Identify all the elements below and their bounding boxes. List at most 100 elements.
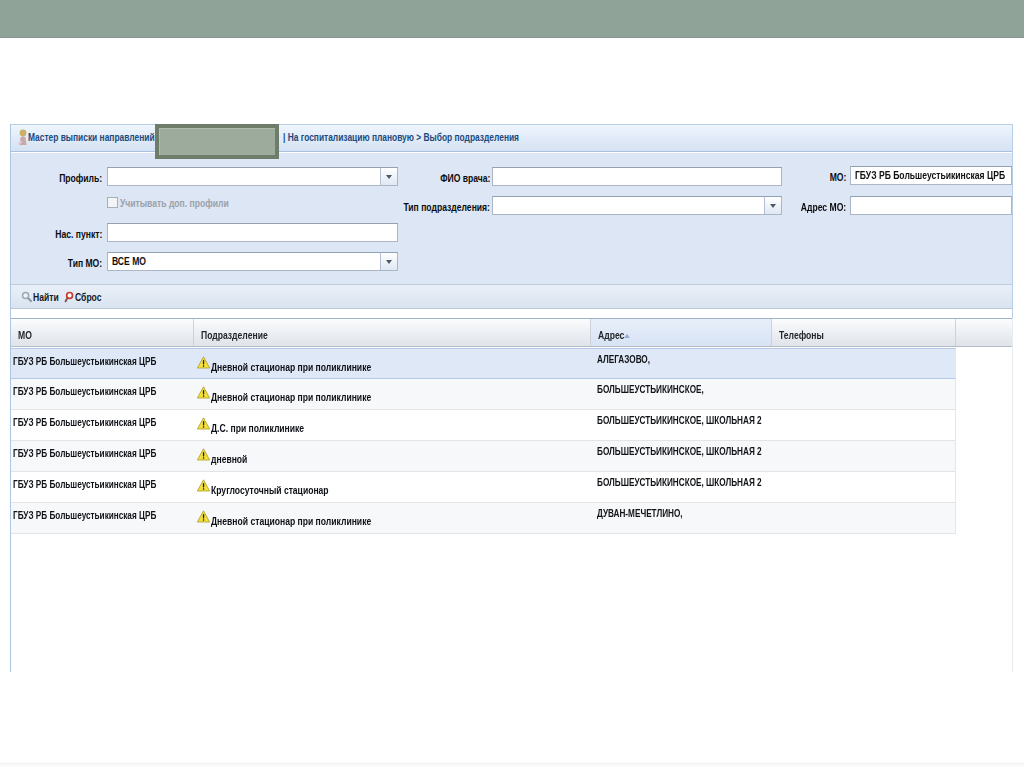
warning-icon: [197, 356, 210, 369]
column-header-phones[interactable]: Телефоны: [772, 319, 956, 346]
row-mo-cell: ГБУЗ РБ Большеустьикинская ЦРБ: [13, 385, 197, 397]
slide-top-band: [0, 0, 1024, 38]
settlement-input[interactable]: [107, 223, 398, 242]
find-button-label: Найти: [33, 291, 59, 303]
mo-input[interactable]: ГБУЗ РБ Большеустьикинская ЦРБ: [850, 166, 1012, 185]
column-header-unit[interactable]: Подразделение: [194, 319, 591, 346]
grid-body: ГБУЗ РБ Большеустьикинская ЦРБ Дневной с…: [11, 348, 957, 534]
mo-type-combo[interactable]: ВСЕ МО: [107, 252, 398, 271]
table-row[interactable]: ГБУЗ РБ Большеустьикинская ЦРБ Дневной с…: [11, 379, 956, 410]
slide-bottom-edge: [0, 763, 1024, 767]
row-mo-cell-text: ГБУЗ РБ Большеустьикинская ЦРБ: [13, 355, 156, 367]
settlement-label: Нас. пункт:: [42, 228, 102, 240]
row-address-cell-text: БОЛЬШЕУСТЬИКИНСКОЕ, ШКОЛЬНАЯ 2: [597, 476, 762, 488]
row-unit-cell: Дневной стационар при поликлинике: [211, 391, 416, 403]
column-header-mo-text: МО: [18, 329, 32, 341]
profile-combo[interactable]: [107, 167, 398, 186]
mo-type-combo-trigger[interactable]: [380, 253, 397, 270]
row-mo-cell: ГБУЗ РБ Большеустьикинская ЦРБ: [13, 416, 197, 428]
wizard-person-icon: [15, 128, 29, 146]
unit-type-label: Тип подразделения:: [379, 201, 490, 213]
column-header-phones-text: Телефоны: [779, 329, 824, 341]
breadcrumb-text: | На госпитализацию плановую > Выбор под…: [283, 131, 519, 143]
settlement-label-text: Нас. пункт:: [55, 228, 102, 240]
row-mo-cell-text: ГБУЗ РБ Большеустьикинская ЦРБ: [13, 478, 156, 490]
mo-address-label-text: Адрес МО:: [801, 201, 846, 213]
panel-right-border: [1012, 124, 1013, 318]
row-mo-cell-text: ГБУЗ РБ Большеустьикинская ЦРБ: [13, 447, 156, 459]
row-unit-cell-text: Круглосуточный стационар: [211, 484, 329, 496]
panel-right-border-lower: [1012, 318, 1013, 672]
breadcrumb: | На госпитализацию плановую > Выбор под…: [283, 131, 606, 143]
table-row[interactable]: ГБУЗ РБ Большеустьикинская ЦРБ Д.С. при …: [11, 410, 956, 441]
column-header-unit-label: Подразделение: [201, 329, 287, 341]
doctor-name-label: ФИО врача:: [426, 172, 490, 184]
table-row[interactable]: ГБУЗ РБ Большеустьикинская ЦРБ Круглосут…: [11, 472, 956, 503]
doctor-name-label-text: ФИО врача:: [440, 172, 490, 184]
warning-icon: [197, 448, 210, 461]
row-address-cell-text: ДУВАН-МЕЧЕТЛИНО,: [597, 507, 683, 519]
row-unit-cell-text: Дневной стационар при поликлинике: [211, 515, 371, 527]
column-header-mo[interactable]: МО: [11, 319, 194, 346]
row-address-cell: БОЛЬШЕУСТЬИКИНСКОЕ, ШКОЛЬНАЯ 2: [597, 476, 808, 488]
mo-input-value-text: ГБУЗ РБ Большеустьикинская ЦРБ: [855, 169, 1005, 181]
extra-profiles-label: Учитывать доп. профили: [120, 197, 259, 209]
reset-button-label: Сброс: [75, 291, 102, 303]
reset-pin-icon: [63, 291, 75, 304]
row-address-cell-text: АЛЕГАЗОВО,: [597, 353, 650, 365]
mo-type-combo-value-text: ВСЕ МО: [112, 255, 146, 267]
unit-type-combo[interactable]: [492, 196, 782, 215]
column-header-mo-label: МО: [18, 329, 36, 341]
mo-input-value: ГБУЗ РБ Большеустьикинская ЦРБ: [855, 169, 1024, 181]
row-address-cell: АЛЕГАЗОВО,: [597, 353, 665, 365]
warning-icon: [197, 417, 210, 430]
extra-profiles-checkbox[interactable]: [107, 197, 118, 208]
window-title-text: Мастер выписки направлений: [28, 131, 155, 143]
mo-label: МО:: [825, 171, 846, 183]
row-address-cell-text: БОЛЬШЕУСТЬИКИНСКОЕ, ШКОЛЬНАЯ 2: [597, 445, 762, 457]
mo-type-label: Тип МО:: [58, 257, 102, 269]
profile-label: Профиль:: [47, 172, 102, 184]
row-address-cell: ДУВАН-МЕЧЕТЛИНО,: [597, 507, 707, 519]
row-address-cell-text: БОЛЬШЕУСТЬИКИНСКОЕ, ШКОЛЬНАЯ 2: [597, 414, 762, 426]
slide: Мастер выписки направлений | На госпитал…: [0, 0, 1024, 767]
row-mo-cell: ГБУЗ РБ Большеустьикинская ЦРБ: [13, 509, 197, 521]
unit-type-label-text: Тип подразделения:: [403, 201, 490, 213]
column-header-phones-label: Телефоны: [779, 329, 837, 341]
warning-icon: [197, 510, 210, 523]
row-unit-cell: Дневной стационар при поликлинике: [211, 515, 416, 527]
row-address-cell: БОЛЬШЕУСТЬИКИНСКОЕ, ШКОЛЬНАЯ 2: [597, 414, 808, 426]
unit-type-combo-trigger[interactable]: [764, 197, 781, 214]
row-unit-cell: Круглосуточный стационар: [211, 484, 362, 496]
doctor-name-input[interactable]: [492, 167, 782, 186]
mo-label-text: МО:: [829, 171, 846, 183]
grid-header: МО Подразделение Адрес Телефоны: [11, 318, 1012, 347]
reset-button[interactable]: Сброс: [63, 288, 109, 306]
window-titlebar: Мастер выписки направлений | На госпитал…: [11, 124, 1012, 152]
sort-ascending-icon: [624, 334, 630, 338]
row-mo-cell: ГБУЗ РБ Большеустьикинская ЦРБ: [13, 478, 197, 490]
row-mo-cell-text: ГБУЗ РБ Большеустьикинская ЦРБ: [13, 416, 156, 428]
row-mo-cell-text: ГБУЗ РБ Большеустьикинская ЦРБ: [13, 509, 156, 521]
row-unit-cell: Д.С. при поликлинике: [211, 422, 330, 434]
column-header-address[interactable]: Адрес: [591, 319, 772, 346]
warning-icon: [197, 386, 210, 399]
table-row[interactable]: ГБУЗ РБ Большеустьикинская ЦРБ Дневной с…: [11, 348, 956, 379]
row-unit-cell-text: дневной: [211, 453, 247, 465]
row-mo-cell: ГБУЗ РБ Большеустьикинская ЦРБ: [13, 355, 197, 367]
grid-toolbar: Найти Сброс: [11, 284, 1012, 309]
profile-combo-trigger[interactable]: [380, 168, 397, 185]
find-button[interactable]: Найти: [21, 288, 66, 306]
mo-type-combo-value: ВСЕ МО: [112, 255, 156, 267]
column-header-address-text: Адрес: [598, 329, 624, 341]
mo-address-input[interactable]: [850, 196, 1012, 215]
row-unit-cell: Дневной стационар при поликлинике: [211, 361, 416, 373]
table-row[interactable]: ГБУЗ РБ Большеустьикинская ЦРБ дневной Б…: [11, 441, 956, 472]
table-row[interactable]: ГБУЗ РБ Большеустьикинская ЦРБ Дневной с…: [11, 503, 956, 534]
row-unit-cell-text: Дневной стационар при поликлинике: [211, 361, 371, 373]
mo-type-label-text: Тип МО:: [68, 257, 102, 269]
row-address-cell-text: БОЛЬШЕУСТЬИКИНСКОЕ,: [597, 383, 704, 395]
row-mo-cell: ГБУЗ РБ Большеустьикинская ЦРБ: [13, 447, 197, 459]
warning-icon: [197, 479, 210, 492]
row-address-cell: БОЛЬШЕУСТЬИКИНСКОЕ, ШКОЛЬНАЯ 2: [597, 445, 808, 457]
